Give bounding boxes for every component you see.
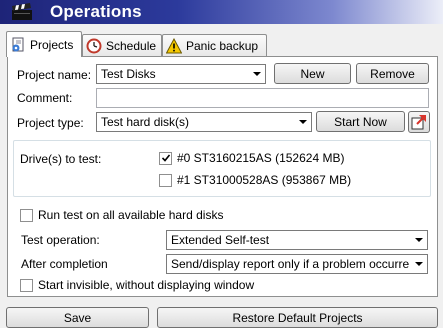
tab-panic-backup[interactable]: Panic backup [162, 34, 267, 56]
start-now-button[interactable]: Start Now [316, 111, 405, 132]
export-arrow-icon [411, 115, 426, 130]
window-title: Operations [50, 2, 142, 21]
drives-group [13, 140, 431, 197]
start-invisible-label: Start invisible, without displaying wind… [38, 278, 255, 292]
start-invisible-checkbox[interactable]: Start invisible, without displaying wind… [20, 278, 254, 292]
gear-document-icon [12, 37, 24, 51]
run-all-checkbox[interactable]: Run test on all available hard disks [20, 208, 223, 222]
tab-label: Panic backup [186, 38, 259, 53]
project-name-label: Project name: [17, 68, 92, 82]
drive-0-checkbox[interactable]: #0 ST3160215AS (152624 MB) [159, 151, 344, 165]
checkbox[interactable] [159, 173, 172, 187]
new-button[interactable]: New [274, 63, 351, 84]
chevron-down-icon [295, 113, 311, 131]
project-type-dropdown[interactable]: Test hard disk(s) [96, 112, 312, 132]
after-completion-value: Send/display report only if a problem oc… [171, 257, 410, 271]
project-type-label: Project type: [17, 116, 84, 130]
project-name-value: Test Disks [101, 67, 156, 81]
drive-1-label: #1 ST31000528AS (953867 MB) [177, 173, 352, 187]
test-operation-dropdown[interactable]: Extended Self-test [166, 230, 428, 250]
title-bar: Operations [0, 0, 443, 24]
test-operation-value: Extended Self-test [171, 233, 270, 247]
after-completion-dropdown[interactable]: Send/display report only if a problem oc… [166, 254, 428, 274]
checkbox[interactable] [159, 151, 172, 165]
run-all-label: Run test on all available hard disks [38, 208, 224, 222]
project-name-dropdown[interactable]: Test Disks [96, 64, 266, 84]
drives-label: Drive(s) to test: [20, 152, 102, 166]
remove-button[interactable]: Remove [356, 63, 429, 84]
comment-field[interactable] [96, 88, 429, 108]
save-button[interactable]: Save [6, 307, 149, 328]
after-completion-label: After completion [21, 257, 108, 271]
clock-icon [86, 38, 102, 53]
clapperboard-icon [12, 3, 32, 20]
tab-label: Projects [30, 37, 74, 52]
drive-1-checkbox[interactable]: #1 ST31000528AS (953867 MB) [159, 173, 351, 187]
warning-icon [166, 37, 182, 53]
restore-default-projects-button[interactable]: Restore Default Projects [157, 307, 438, 328]
tab-label: Schedule [106, 38, 157, 53]
chevron-down-icon [249, 65, 265, 83]
start-now-options-button[interactable] [408, 111, 430, 133]
comment-label: Comment: [17, 91, 73, 105]
checkbox[interactable] [20, 278, 33, 292]
tab-schedule[interactable]: Schedule [82, 34, 162, 56]
checkmark-icon [161, 154, 170, 162]
drive-0-label: #0 ST3160215AS (152624 MB) [177, 151, 345, 165]
test-operation-label: Test operation: [21, 233, 100, 247]
chevron-down-icon [411, 231, 427, 249]
project-type-value: Test hard disk(s) [101, 115, 190, 129]
chevron-down-icon [411, 255, 427, 273]
tab-projects[interactable]: Projects [6, 31, 82, 57]
checkbox[interactable] [20, 208, 33, 222]
